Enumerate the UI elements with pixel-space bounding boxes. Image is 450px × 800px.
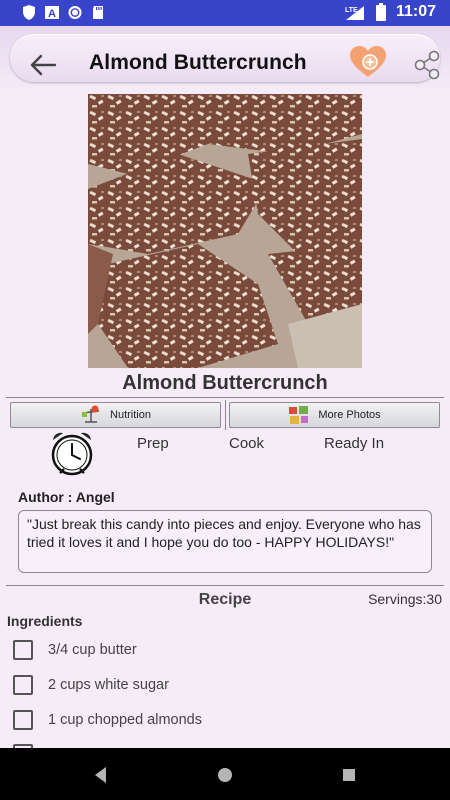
- nutrition-button[interactable]: Nutrition: [10, 402, 221, 428]
- ingredient-item: 2 cups white sugar: [13, 673, 169, 697]
- almond-buttercrunch-photo: [88, 94, 362, 368]
- sd-card-icon: [93, 6, 103, 19]
- nutrition-scale-icon: [82, 405, 100, 423]
- divider: [6, 397, 444, 398]
- share-icon[interactable]: [412, 50, 442, 80]
- a-icon: A: [45, 6, 59, 20]
- ingredients-heading: Ingredients: [7, 613, 83, 629]
- ingredient-checkbox[interactable]: [13, 640, 33, 660]
- ingredient-text: 1 cup chopped almonds: [48, 712, 202, 728]
- cook-label: Cook: [229, 435, 265, 452]
- svg-text:LTE: LTE: [345, 7, 358, 14]
- clock-time: 11:07: [395, 3, 436, 20]
- home-circle-icon[interactable]: [214, 764, 236, 786]
- ingredient-text: 3/4 cup butter: [48, 642, 137, 658]
- recipe-title: Almond Buttercrunch: [122, 372, 328, 394]
- ingredient-text: 2 cups white sugar: [48, 677, 169, 693]
- signal-icon: LTE: [345, 6, 364, 20]
- recents-square-icon[interactable]: [338, 764, 360, 786]
- tab-separator: [225, 400, 226, 430]
- ingredient-item: 1 cup chopped almonds: [13, 708, 202, 732]
- svg-text:A: A: [48, 8, 56, 20]
- divider: [6, 585, 444, 586]
- alarm-clock-icon: [51, 432, 93, 476]
- author-quote: "Just break this candy into pieces and e…: [18, 510, 432, 573]
- sync-circle-icon: [68, 5, 82, 20]
- recipe-photo[interactable]: [88, 94, 362, 368]
- photos-collage-icon: [289, 406, 309, 424]
- app-bar-pill: Almond Buttercrunch: [10, 34, 440, 82]
- app-bar: Almond Buttercrunch: [0, 26, 450, 90]
- more-photos-label: More Photos: [318, 409, 381, 421]
- status-bar: A LTE 11:07: [0, 0, 450, 26]
- arrow-left-icon[interactable]: [28, 52, 58, 78]
- ingredient-checkbox[interactable]: [13, 710, 33, 730]
- page-title: Almond Buttercrunch: [89, 51, 307, 74]
- ingredient-item: 3/4 cup butter: [13, 638, 137, 662]
- author-label: Author : Angel: [18, 489, 115, 505]
- prep-label: Prep: [137, 435, 169, 452]
- ready-in-label: Ready In: [324, 435, 385, 452]
- ingredient-checkbox[interactable]: [13, 675, 33, 695]
- more-photos-button[interactable]: More Photos: [229, 402, 440, 428]
- servings-count: Servings:30: [368, 591, 442, 607]
- nutrition-label: Nutrition: [110, 409, 151, 421]
- heart-add-icon[interactable]: [348, 44, 388, 80]
- system-nav-bar: [0, 748, 450, 800]
- battery-icon: [375, 3, 386, 21]
- back-triangle-icon[interactable]: [90, 764, 112, 786]
- shield-icon: [23, 5, 35, 20]
